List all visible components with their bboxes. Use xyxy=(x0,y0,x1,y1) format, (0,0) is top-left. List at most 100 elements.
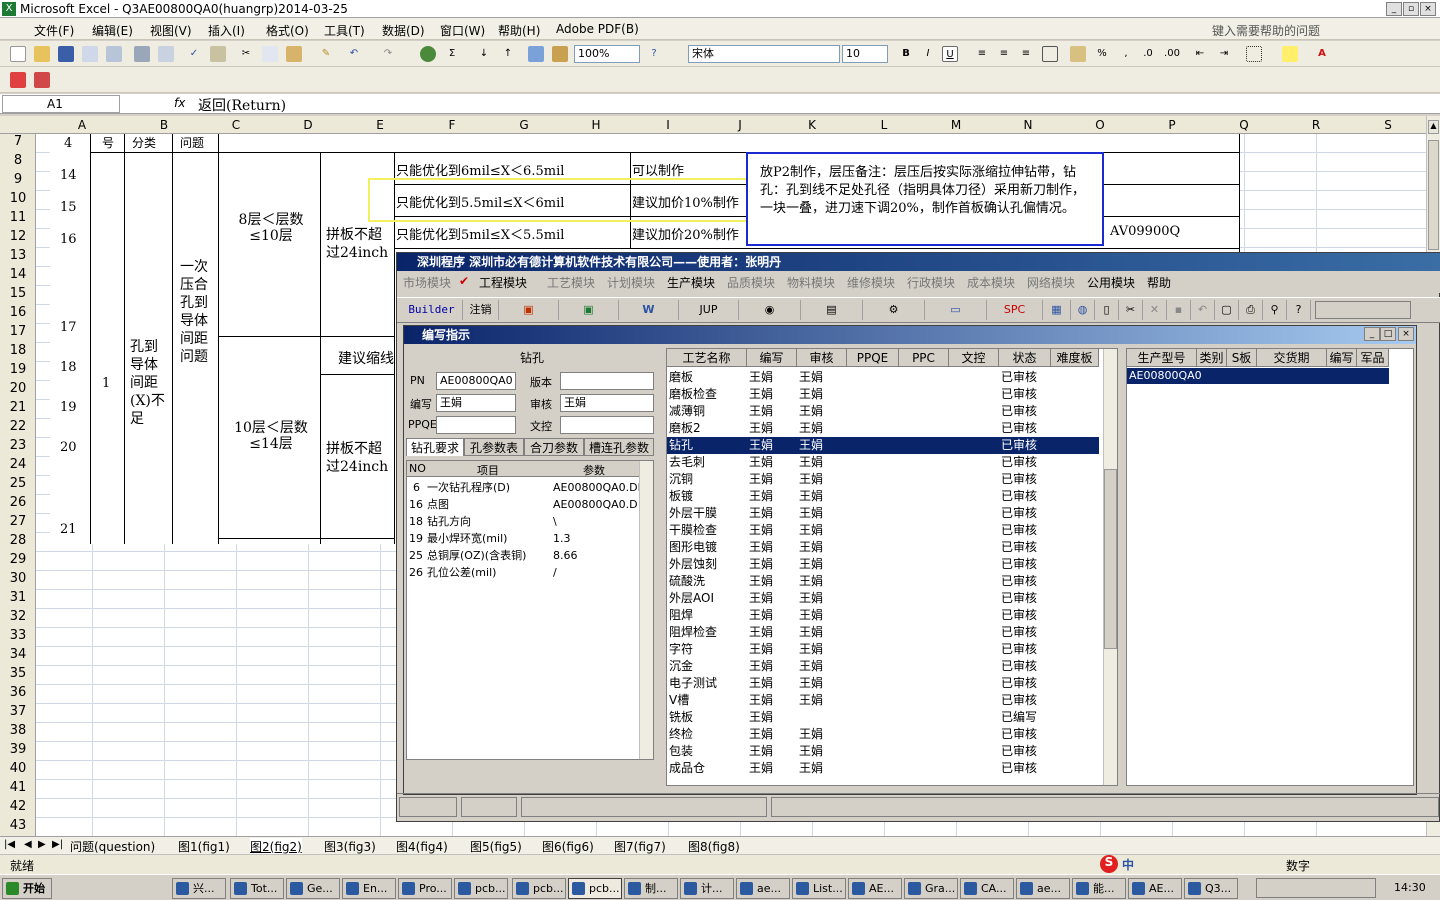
col-header[interactable]: Q xyxy=(1208,118,1280,132)
print-preview-icon[interactable] xyxy=(158,46,174,62)
process-row[interactable]: V槽 王娟 王娟 已审核 xyxy=(667,692,1099,709)
menu-edit[interactable]: 编辑(E) xyxy=(92,22,133,39)
settings-icon[interactable]: ⚙ xyxy=(863,300,925,320)
calc-icon[interactable]: ▦ xyxy=(1043,300,1071,320)
taskbar-item[interactable]: AE... xyxy=(1128,878,1182,899)
col-header[interactable]: H xyxy=(560,118,632,132)
process-row[interactable]: 图形电镀 王娟 王娟 已审核 xyxy=(667,539,1099,556)
process-row[interactable]: 沉铜 王娟 王娟 已审核 xyxy=(667,471,1099,488)
open-icon[interactable] xyxy=(34,46,50,62)
param-row[interactable]: 25 总铜厚(OZ)(含表铜) 8.66 xyxy=(407,547,647,564)
menu-data[interactable]: 数据(D) xyxy=(382,22,425,39)
ime-logo-icon[interactable]: S xyxy=(1100,855,1118,873)
formula-input[interactable]: 返回(Return) xyxy=(198,95,286,115)
format-painter-icon[interactable]: ✎ xyxy=(318,46,334,62)
archive-icon[interactable]: ▤ xyxy=(801,300,863,320)
col-model[interactable]: 生产型号 xyxy=(1127,349,1197,367)
row-header[interactable]: 42 xyxy=(0,799,36,818)
bold-icon[interactable]: B xyxy=(898,46,914,62)
col-status[interactable]: 状态 xyxy=(999,349,1051,367)
merge-center-icon[interactable] xyxy=(1042,46,1058,62)
col-header[interactable]: I xyxy=(632,118,704,132)
increase-decimal-icon[interactable]: .0 xyxy=(1140,46,1156,62)
process-row[interactable]: 外层AOI 王娟 王娟 已审核 xyxy=(667,590,1099,607)
row-header[interactable]: 34 xyxy=(0,647,36,666)
next-sheet-icon[interactable]: ▶ xyxy=(38,839,46,850)
row-header[interactable]: 19 xyxy=(0,362,36,381)
sheet-tab[interactable]: 问题(question) xyxy=(70,838,155,855)
excel-export-icon[interactable]: ▣ xyxy=(559,300,619,320)
process-row[interactable]: 去毛刺 王娟 王娟 已审核 xyxy=(667,454,1099,471)
process-row[interactable]: 减薄铜 王娟 王娟 已审核 xyxy=(667,403,1099,420)
row-header[interactable]: 10 xyxy=(0,191,36,210)
param-row[interactable]: 6 一次钻孔程序(D) AE00800QA0.DRL xyxy=(407,479,651,496)
chart-wizard-icon[interactable] xyxy=(528,46,544,62)
col-header[interactable]: R xyxy=(1280,118,1352,132)
percent-icon[interactable]: % xyxy=(1094,46,1110,62)
process-row[interactable]: 阻焊检查 王娟 王娟 已审核 xyxy=(667,624,1099,641)
restore-icon[interactable]: ▫ xyxy=(1403,2,1419,16)
col-header[interactable]: D xyxy=(272,118,344,132)
maximize-icon[interactable]: □ xyxy=(1380,327,1396,341)
borders-icon[interactable] xyxy=(1246,46,1262,62)
taskbar-item[interactable]: pcb... xyxy=(454,878,508,899)
globe-icon[interactable]: ◍ xyxy=(1071,300,1095,320)
help-icon[interactable]: ? xyxy=(646,46,662,62)
align-right-icon[interactable]: ≡ xyxy=(1018,46,1034,62)
taskbar-item[interactable]: List... xyxy=(792,878,846,899)
start-button[interactable]: 开始 xyxy=(2,878,52,899)
decrease-indent-icon[interactable]: ⇤ xyxy=(1192,46,1208,62)
param-row[interactable]: 26 孔位公差(mil) / xyxy=(407,564,647,581)
process-row[interactable]: 终检 王娟 王娟 已审核 xyxy=(667,726,1099,743)
process-row[interactable]: 板镀 王娟 王娟 已审核 xyxy=(667,488,1099,505)
menu-tools[interactable]: 工具(T) xyxy=(324,22,365,39)
row-header[interactable]: 32 xyxy=(0,609,36,628)
row-header[interactable]: 37 xyxy=(0,704,36,723)
app-menu-item[interactable]: 成本模块 xyxy=(967,274,1015,291)
app-menu-item[interactable]: 网络模块 xyxy=(1027,274,1075,291)
process-row[interactable]: 硫酸洗 王娟 王娟 已审核 xyxy=(667,573,1099,590)
font-color-icon[interactable]: A xyxy=(1314,46,1330,62)
taskbar-item[interactable]: 制... xyxy=(624,878,678,899)
param-row[interactable]: 19 最小焊环宽(mil) 1.3 xyxy=(407,530,647,547)
row-header[interactable]: 40 xyxy=(0,761,36,780)
process-row[interactable]: 磨板 王娟 王娟 已审核 xyxy=(667,369,1099,386)
underline-icon[interactable]: U xyxy=(942,46,958,62)
scroll-thumb[interactable] xyxy=(1428,140,1439,250)
decrease-decimal-icon[interactable]: .00 xyxy=(1164,46,1180,62)
row-header[interactable]: 8 xyxy=(0,153,36,172)
col-header[interactable]: J xyxy=(704,118,776,132)
app-menu-item[interactable]: 品质模块 xyxy=(727,274,775,291)
new-icon[interactable] xyxy=(10,46,26,62)
row-header[interactable]: 23 xyxy=(0,438,36,457)
sort-descending-icon[interactable]: ↑ xyxy=(500,46,516,62)
currency-icon[interactable] xyxy=(1070,46,1086,62)
paste-icon[interactable] xyxy=(286,46,302,62)
print-icon[interactable]: ⎙ xyxy=(1239,300,1263,320)
sheet-tab[interactable]: 图8(fig8) xyxy=(688,838,740,855)
close-icon[interactable]: × xyxy=(1398,327,1414,341)
help-icon[interactable]: ? xyxy=(1287,300,1311,320)
process-row[interactable]: 钻孔 王娟 王娟 已审核 xyxy=(667,437,1099,454)
row-header[interactable]: 13 xyxy=(0,248,36,267)
permission-icon[interactable] xyxy=(82,46,98,62)
fx-icon[interactable]: fx xyxy=(174,96,185,110)
taskbar-item[interactable]: 计... xyxy=(680,878,734,899)
params-scrollbar[interactable] xyxy=(639,461,653,759)
menu-insert[interactable]: 插入(I) xyxy=(208,22,245,39)
col-writer[interactable]: 编写 xyxy=(747,349,797,367)
first-sheet-icon[interactable]: |◀ xyxy=(4,839,15,850)
comma-style-icon[interactable]: , xyxy=(1118,46,1134,62)
taskbar-item[interactable]: Gra... xyxy=(904,878,958,899)
col-doc[interactable]: 文控 xyxy=(949,349,999,367)
spc-button[interactable]: SPC xyxy=(987,300,1043,320)
ppqe-field[interactable] xyxy=(436,416,516,434)
col-header[interactable]: N xyxy=(992,118,1064,132)
sheet-tab[interactable]: 图5(fig5) xyxy=(470,838,522,855)
app-tool-icon[interactable]: ▣ xyxy=(499,300,559,320)
col-header[interactable]: S xyxy=(1352,118,1424,132)
app-menu-item[interactable]: 公用模块 xyxy=(1087,274,1135,291)
logout-button[interactable]: 注销 xyxy=(463,300,499,320)
close-icon[interactable]: × xyxy=(1420,2,1436,16)
cut-icon[interactable]: ✂ xyxy=(238,46,254,62)
